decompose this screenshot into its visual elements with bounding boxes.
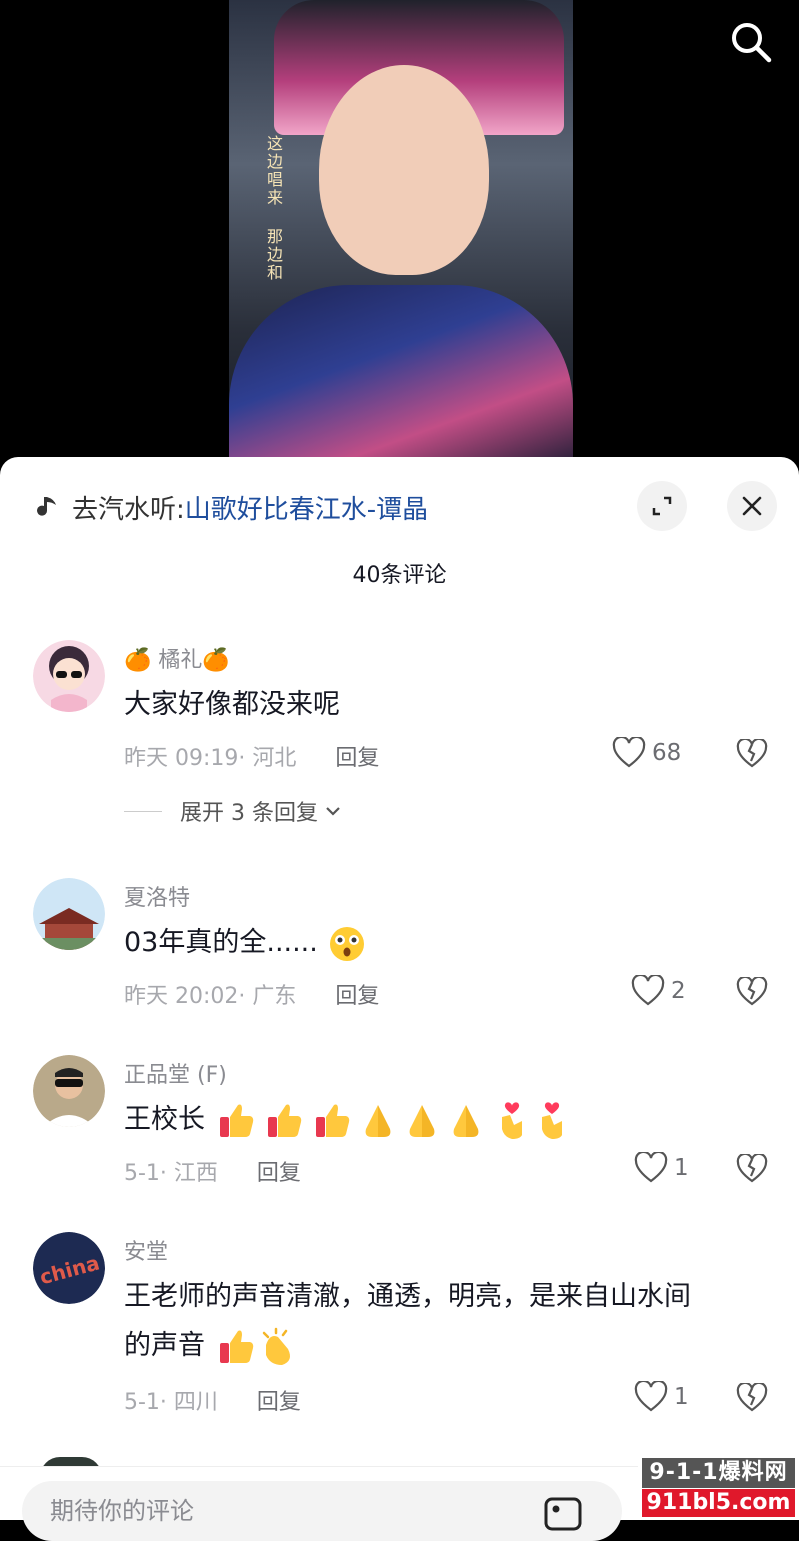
music-prefix: 去汽水听:: [72, 494, 185, 525]
emoji-row-icon: [219, 1327, 290, 1365]
thumbs-up-emoji-icon: [219, 1104, 253, 1137]
like-button[interactable]: 68: [612, 737, 681, 769]
comment-text-line2: 的声音: [124, 1321, 300, 1371]
costume-graphic: [229, 285, 573, 470]
video-player[interactable]: 这边唱来 那边和: [0, 0, 799, 470]
like-button[interactable]: 2: [631, 975, 686, 1007]
emoji-row-icon: [219, 1101, 562, 1139]
dislike-button[interactable]: [736, 975, 768, 1011]
heart-icon: [634, 1152, 668, 1183]
like-button[interactable]: 1: [634, 1152, 689, 1184]
face-graphic: [319, 65, 489, 275]
dislike-button[interactable]: [736, 737, 768, 773]
expand-icon: [652, 496, 672, 516]
comment-sheet: 去汽水听: 山歌好比春江水-谭晶 40条评论 🍊 橘礼🍊 大家好像都没来呢 昨天…: [0, 457, 799, 1519]
reply-button[interactable]: 回复: [257, 1161, 301, 1186]
comment-input[interactable]: 期待你的评论: [22, 1481, 622, 1541]
comment-text: 大家好像都没来呢: [124, 689, 340, 720]
comment-author[interactable]: 安堂: [124, 1234, 168, 1266]
broken-heart-icon: [736, 1381, 768, 1412]
avatar[interactable]: [33, 640, 105, 712]
comment-time-location: 昨天 09:19· 河北: [124, 746, 297, 771]
comment-text: 03年真的全......: [124, 918, 366, 968]
reply-button[interactable]: 回复: [257, 1390, 301, 1415]
avatar[interactable]: [33, 1055, 105, 1127]
like-count: 2: [671, 978, 686, 1004]
flushed-face-emoji-icon: [330, 926, 365, 961]
image-icon[interactable]: [544, 1497, 582, 1535]
divider: [124, 810, 162, 812]
like-count: 1: [674, 1155, 689, 1181]
music-note-icon: [36, 494, 62, 520]
heart-icon: [631, 975, 665, 1006]
comment-text: 王校长: [124, 1095, 566, 1145]
dislike-button[interactable]: [736, 1381, 768, 1417]
reply-button[interactable]: 回复: [335, 984, 379, 1009]
avatar[interactable]: [33, 878, 105, 950]
watermark-bottom-text: 911bl5.com: [642, 1489, 795, 1517]
video-frame: 这边唱来 那边和: [229, 0, 573, 470]
comment-time-location: 昨天 20:02· 广东: [124, 984, 297, 1009]
comment-author[interactable]: 正品堂 (F): [124, 1057, 227, 1089]
heart-icon: [612, 737, 646, 768]
thumbs-up-emoji-icon: [219, 1330, 253, 1363]
comment-text-content: 王校长: [124, 1104, 205, 1135]
comment-text: 王老师的声音清澈，通透，明亮，是来自山水间: [124, 1281, 691, 1312]
broken-heart-icon: [736, 1152, 768, 1183]
clapping-hands-emoji-icon: [262, 1327, 290, 1365]
comment-author[interactable]: 🍊 橘礼🍊: [124, 642, 230, 674]
fullscreen-button[interactable]: [637, 481, 687, 531]
music-link[interactable]: 去汽水听: 山歌好比春江水-谭晶: [36, 489, 428, 525]
comment-count: 40条评论: [352, 563, 447, 588]
close-button[interactable]: [727, 481, 777, 531]
avatar[interactable]: china: [33, 1232, 105, 1304]
heart-icon: [634, 1381, 668, 1412]
broken-heart-icon: [736, 975, 768, 1006]
like-count: 68: [652, 740, 682, 766]
expand-replies-label: 展开 3 条回复: [180, 801, 318, 826]
dislike-button[interactable]: [736, 1152, 768, 1188]
comment-meta: 昨天 09:19· 河北 回复: [124, 740, 379, 772]
like-count: 1: [674, 1384, 689, 1410]
comment-author[interactable]: 夏洛特: [124, 880, 190, 912]
comment-meta: 5-1· 四川 回复: [124, 1384, 301, 1416]
like-button[interactable]: 1: [634, 1381, 689, 1413]
watermark-logo: 9-1-1爆料网 911bl5.com: [638, 1456, 799, 1519]
comment-time-location: 5-1· 江西: [124, 1161, 218, 1186]
comment-text-content: 03年真的全......: [124, 927, 318, 958]
music-title[interactable]: 山歌好比春江水-谭晶: [185, 489, 428, 526]
broken-heart-icon: [736, 737, 768, 768]
watermark-top-text: 9-1-1爆料网: [642, 1458, 795, 1488]
expand-replies[interactable]: 展开 3 条回复: [124, 795, 342, 827]
video-caption: 这边唱来 那边和: [264, 135, 283, 282]
comment-meta: 5-1· 江西 回复: [124, 1155, 301, 1187]
chevron-down-icon: [326, 807, 340, 816]
comment-meta: 昨天 20:02· 广东 回复: [124, 978, 379, 1010]
comment-time-location: 5-1· 四川: [124, 1390, 218, 1415]
close-icon: [742, 496, 762, 516]
reply-button[interactable]: 回复: [335, 746, 379, 771]
search-icon[interactable]: [727, 18, 775, 66]
comment-text-content: 的声音: [124, 1330, 205, 1361]
